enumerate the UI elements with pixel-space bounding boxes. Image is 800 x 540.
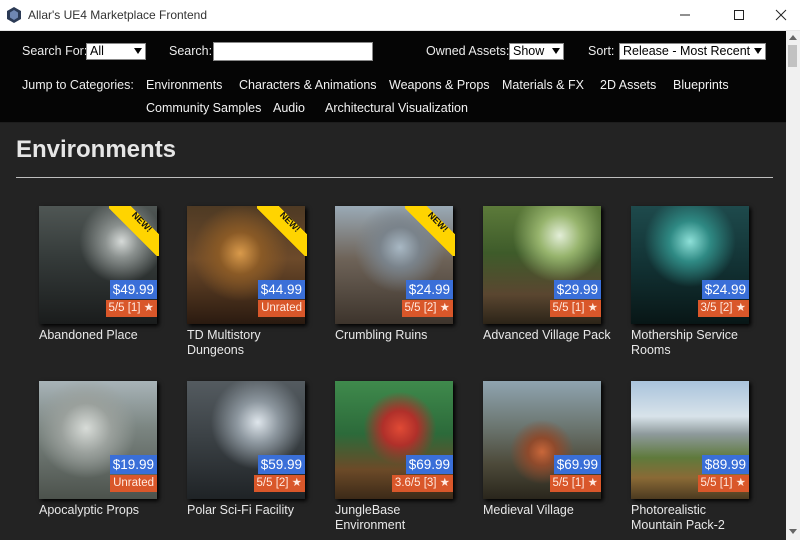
filter-toolbar: Search For: All Search: Owned Assets: Sh… (0, 31, 786, 123)
rating-badge: 5/5 [1] ★ (105, 300, 157, 317)
search-for-label: Search For: (22, 44, 88, 58)
price-tag: $59.99 (257, 455, 305, 474)
section-divider (16, 177, 773, 178)
maximize-button[interactable] (716, 0, 762, 30)
owned-assets-select[interactable]: Show (509, 43, 564, 60)
price-tag: $49.99 (109, 280, 157, 299)
category-link-environments[interactable]: Environments (146, 78, 222, 92)
maximize-icon (734, 10, 744, 20)
price-tag: $89.99 (701, 455, 749, 474)
scroll-up-arrow-icon[interactable] (789, 35, 797, 40)
category-link-2d-assets[interactable]: 2D Assets (600, 78, 656, 92)
new-badge: NEW! (405, 206, 455, 256)
title-bar: Allar's UE4 Marketplace Frontend (0, 0, 800, 31)
rating-badge: 5/5 [2] ★ (253, 475, 305, 492)
rating-badge: Unrated (110, 475, 157, 492)
sort-select[interactable]: Release - Most Recent (619, 43, 766, 60)
price-tag: $69.99 (553, 455, 601, 474)
product-name[interactable]: TD Multistory Dungeons (187, 328, 315, 358)
product-name[interactable]: Polar Sci-Fi Facility (187, 503, 315, 518)
product-name[interactable]: Medieval Village (483, 503, 611, 518)
chevron-down-icon (754, 48, 762, 54)
category-link-weapons-props[interactable]: Weapons & Props (389, 78, 490, 92)
product-name[interactable]: Advanced Village Pack (483, 328, 611, 343)
new-badge: NEW! (257, 206, 307, 256)
category-link-architectural-visualization[interactable]: Architectural Visualization (325, 101, 468, 115)
rating-badge: 5/5 [1] ★ (549, 300, 601, 317)
category-link-materials-fx[interactable]: Materials & FX (502, 78, 584, 92)
chevron-down-icon (134, 48, 142, 54)
rating-badge: 5/5 [1] ★ (549, 475, 601, 492)
search-label: Search: (169, 44, 213, 58)
category-link-audio[interactable]: Audio (273, 101, 305, 115)
sort-label: Sort: (588, 44, 615, 58)
new-badge: NEW! (109, 206, 159, 256)
app-logo-icon (7, 7, 21, 23)
product-name[interactable]: Photorealistic Mountain Pack-2 (631, 503, 759, 533)
rating-badge: Unrated (258, 300, 305, 317)
owned-assets-value: Show (513, 44, 545, 58)
app-window: Allar's UE4 Marketplace Frontend Search … (0, 0, 800, 540)
category-link-blueprints[interactable]: Blueprints (673, 78, 729, 92)
new-badge-text: NEW! (425, 209, 451, 235)
product-name[interactable]: JungleBase Environment (335, 503, 463, 533)
chevron-down-icon (552, 48, 560, 54)
new-badge-text: NEW! (129, 209, 155, 235)
content-area: Environments NEW! $49.99 5/5 [1] ★ Aband… (0, 123, 786, 540)
product-name[interactable]: Abandoned Place (39, 328, 167, 343)
rating-badge: 5/5 [2] ★ (401, 300, 453, 317)
price-tag: $69.99 (405, 455, 453, 474)
close-icon (775, 9, 787, 21)
sort-value: Release - Most Recent (623, 44, 751, 58)
product-name[interactable]: Mothership Service Rooms (631, 328, 759, 358)
category-link-characters-animations[interactable]: Characters & Animations (239, 78, 377, 92)
vertical-scrollbar[interactable] (786, 31, 800, 540)
scroll-down-arrow-icon[interactable] (789, 529, 797, 534)
price-tag: $19.99 (109, 455, 157, 474)
owned-assets-label: Owned Assets: (426, 44, 510, 58)
categories-label: Jump to Categories: (22, 78, 134, 92)
product-name[interactable]: Crumbling Ruins (335, 328, 463, 343)
category-link-community-samples[interactable]: Community Samples (146, 101, 261, 115)
price-tag: $24.99 (701, 280, 749, 299)
new-badge-text: NEW! (277, 209, 303, 235)
rating-badge: 5/5 [1] ★ (697, 475, 749, 492)
search-for-select[interactable]: All (86, 43, 146, 60)
close-button[interactable] (758, 0, 800, 30)
minimize-button[interactable] (662, 0, 708, 30)
search-input[interactable] (213, 42, 373, 61)
minimize-icon (680, 14, 690, 16)
window-title: Allar's UE4 Marketplace Frontend (28, 8, 208, 22)
price-tag: $44.99 (257, 280, 305, 299)
price-tag: $29.99 (553, 280, 601, 299)
search-for-value: All (90, 44, 104, 58)
price-tag: $24.99 (405, 280, 453, 299)
section-title: Environments (16, 136, 177, 163)
scrollbar-thumb[interactable] (788, 45, 797, 67)
product-name[interactable]: Apocalyptic Props (39, 503, 167, 518)
rating-badge: 3/5 [2] ★ (697, 300, 749, 317)
rating-badge: 3.6/5 [3] ★ (391, 475, 453, 492)
